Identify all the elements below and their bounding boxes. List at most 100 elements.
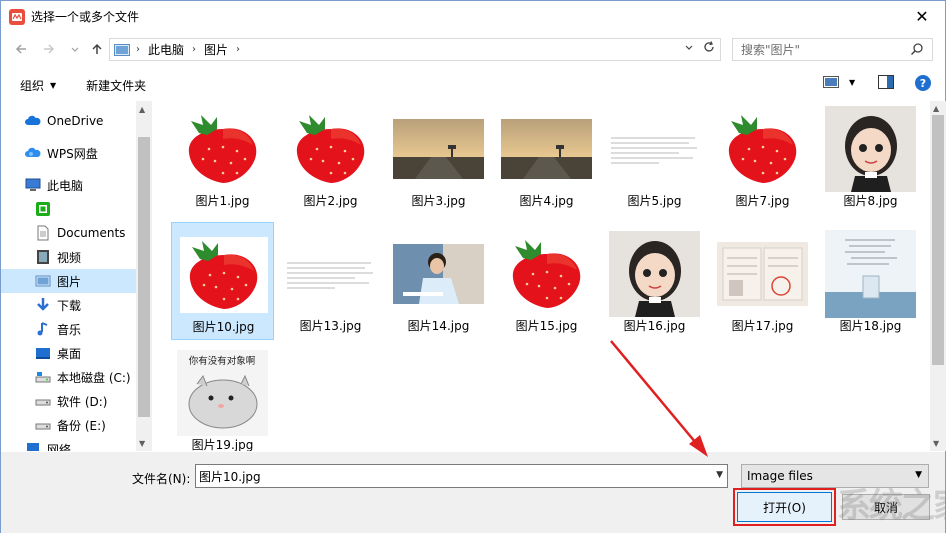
search-box[interactable]: 搜索"图片" [732, 38, 933, 61]
sidebar-item-drive-e[interactable]: 备份 (E:) [1, 413, 152, 437]
navigation-pane: OneDrive WPS网盘 此电脑 Documents 视频 图片 下载 音乐… [1, 101, 152, 451]
sidebar-item-drive-d[interactable]: 软件 (D:) [1, 389, 152, 413]
new-folder-button[interactable]: 新建文件夹 [86, 77, 146, 94]
breadcrumb-this-pc[interactable]: 此电脑 › [148, 41, 196, 58]
sidebar-item-videos[interactable]: 视频 [1, 245, 152, 269]
back-button[interactable] [11, 39, 31, 59]
refresh-icon [704, 41, 714, 52]
sidebar-item-drive-c[interactable]: 本地磁盘 (C:) [1, 365, 152, 389]
file-item[interactable]: 图片18.jpg [819, 222, 922, 340]
sidebar-item-downloads[interactable]: 下载 [1, 293, 152, 317]
music-icon [37, 322, 48, 336]
file-open-dialog: 选择一个或多个文件 ✕ › 此电脑 › 图片 › 搜索"图片" 组织 ▼ 新建文… [0, 0, 946, 533]
pictures-folder-icon [114, 43, 130, 56]
file-thumbnail [609, 110, 700, 188]
file-item[interactable]: 你有没有对象啊 你有没有对象啊图片19.jpg [171, 341, 274, 451]
sidebar-item-wps-cloud[interactable]: WPS网盘 [1, 141, 152, 165]
recent-locations-button[interactable] [65, 39, 85, 59]
file-name: 图片4.jpg [519, 194, 574, 208]
sidebar-item-network[interactable]: 网络 [1, 437, 152, 451]
file-name: 图片16.jpg [623, 319, 686, 333]
file-name: 图片17.jpg [731, 319, 794, 333]
file-item[interactable]: 图片13.jpg [279, 222, 382, 340]
breadcrumb-pictures[interactable]: 图片 › [204, 41, 240, 58]
command-toolbar: 组织 ▼ 新建文件夹 ▼ ? [1, 71, 945, 99]
file-item[interactable]: 图片17.jpg [711, 222, 814, 340]
file-item[interactable]: 图片5.jpg [603, 101, 706, 215]
chevron-down-icon [71, 47, 79, 52]
file-thumbnail [177, 110, 268, 188]
svg-text:你有没有对象啊: 你有没有对象啊 [189, 355, 256, 367]
filename-label: 文件名(N): [132, 472, 191, 486]
sidebar-item-onedrive[interactable]: OneDrive [1, 109, 152, 133]
file-item[interactable]: 图片2.jpg [279, 101, 382, 215]
file-item[interactable]: 图片8.jpg [819, 101, 922, 215]
window-title: 选择一个或多个文件 [31, 10, 140, 24]
wps-cloud-icon [25, 147, 41, 157]
filetype-value: Image files [747, 469, 813, 483]
network-icon [27, 443, 39, 451]
video-icon [37, 250, 49, 264]
filename-value: 图片10.jpg [199, 469, 261, 484]
open-button[interactable]: 打开(O) [733, 488, 836, 526]
filename-input[interactable]: 图片10.jpg ▼ [195, 464, 728, 488]
cloud-icon [25, 115, 41, 125]
refresh-button[interactable] [702, 40, 716, 58]
file-item[interactable]: 图片10.jpg [171, 222, 274, 340]
file-thumbnail [285, 235, 376, 313]
file-item[interactable]: 图片3.jpg [387, 101, 490, 215]
arrow-right-icon [44, 44, 55, 54]
chevron-down-icon[interactable]: ▼ [716, 470, 723, 480]
file-thumbnail [717, 110, 808, 188]
file-item[interactable]: 图片1.jpg [171, 101, 274, 215]
file-thumbnail [393, 235, 484, 313]
scroll-down-icon[interactable]: ▼ [139, 439, 145, 448]
file-item[interactable]: 图片7.jpg [711, 101, 814, 215]
sidebar-item-music[interactable]: 音乐 [1, 317, 152, 341]
sidebar-scroll-thumb[interactable] [138, 137, 150, 417]
close-button[interactable]: ✕ [899, 1, 945, 32]
sidebar-item-desktop[interactable]: 桌面 [1, 341, 152, 365]
file-name: 图片3.jpg [411, 194, 466, 208]
file-name: 图片13.jpg [299, 319, 362, 333]
up-button[interactable] [87, 39, 107, 59]
file-thumbnail: 你有没有对象啊 [177, 350, 268, 436]
drive-icon [35, 423, 51, 430]
file-thumbnail [501, 235, 592, 313]
wps-app-icon [9, 8, 25, 25]
sidebar-scrollbar[interactable]: ▲ ▼ [136, 101, 152, 451]
file-thumbnail [285, 110, 376, 188]
file-item[interactable]: 图片4.jpg [495, 101, 598, 215]
scroll-up-icon[interactable]: ▲ [139, 105, 145, 114]
sidebar-item-this-pc[interactable]: 此电脑 [1, 173, 152, 197]
file-list-scrollbar[interactable]: ▲ ▼ [930, 101, 946, 451]
organize-button[interactable]: 组织 ▼ [20, 77, 56, 94]
caret-down-icon: ▼ [50, 80, 57, 90]
preview-pane-button[interactable] [878, 75, 894, 89]
search-icon [910, 43, 923, 56]
scroll-down-icon[interactable]: ▼ [933, 439, 939, 448]
scroll-up-icon[interactable]: ▲ [933, 104, 939, 113]
search-input[interactable]: 搜索"图片" [741, 41, 800, 58]
preview-pane-icon [878, 75, 894, 89]
drive-icon [35, 399, 51, 406]
caret-down-icon: ▼ [849, 77, 856, 87]
file-item[interactable]: 图片15.jpg [495, 222, 598, 340]
download-icon [37, 298, 49, 311]
forward-button[interactable] [39, 39, 59, 59]
view-options-button[interactable]: ▼ [823, 75, 855, 89]
arrow-up-icon [92, 43, 102, 54]
file-item[interactable]: 图片14.jpg [387, 222, 490, 340]
file-thumbnail [609, 231, 700, 317]
file-item[interactable]: 图片16.jpg [603, 222, 706, 340]
help-button[interactable]: ? [915, 75, 931, 91]
breadcrumb-separator: › [136, 44, 140, 55]
file-name: 图片2.jpg [303, 194, 358, 208]
sidebar-item-pictures[interactable]: 图片 [1, 269, 152, 293]
sidebar-item-green-app[interactable] [1, 197, 152, 221]
sidebar-item-documents[interactable]: Documents [1, 221, 152, 245]
file-list-scroll-thumb[interactable] [932, 115, 944, 365]
address-bar[interactable]: › 此电脑 › 图片 › [109, 38, 721, 61]
file-thumbnail [825, 106, 916, 192]
address-history-dropdown[interactable] [684, 43, 694, 56]
